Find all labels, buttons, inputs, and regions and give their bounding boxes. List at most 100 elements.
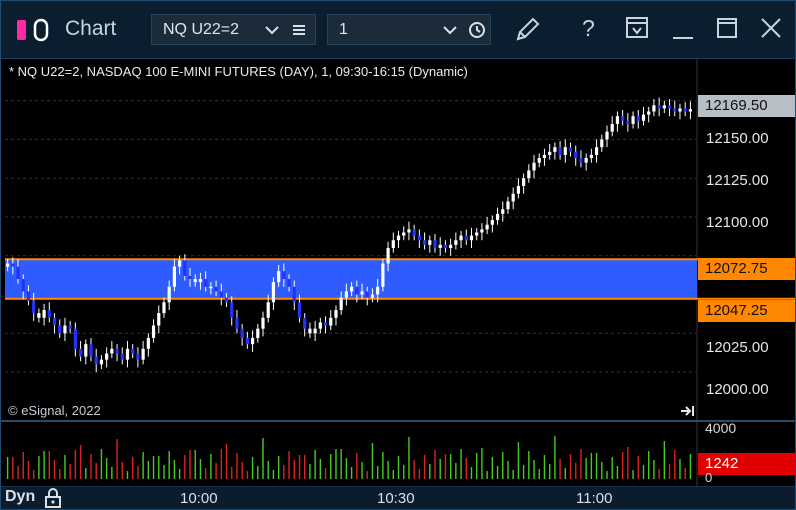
chevron-down-icon[interactable] [442, 23, 458, 37]
last-price-tag: 12169.50 [698, 95, 795, 117]
candle [339, 297, 343, 311]
chevron-down-icon[interactable] [264, 23, 280, 37]
candle [464, 235, 468, 241]
close-icon[interactable] [758, 14, 784, 42]
candle [454, 240, 458, 245]
title-bar: Chart NQ U22=2 1 ? [1, 1, 795, 59]
candle [193, 279, 197, 283]
minimize-icon[interactable] [670, 14, 696, 42]
candle [553, 147, 557, 152]
candle [579, 158, 583, 163]
candle [662, 105, 666, 109]
candle [125, 348, 130, 360]
candle [652, 105, 656, 112]
candle [16, 266, 20, 280]
candle [172, 266, 176, 287]
candle [636, 116, 640, 121]
candle [412, 229, 416, 236]
candle [417, 235, 421, 241]
lock-icon[interactable] [44, 487, 62, 509]
candle [449, 244, 453, 248]
interval-selector[interactable]: 1 [327, 14, 491, 45]
symbol-input[interactable]: NQ U22=2 [163, 21, 239, 39]
candle [605, 131, 609, 140]
clock-icon[interactable] [468, 21, 486, 39]
candle [480, 229, 484, 233]
candle [167, 286, 171, 303]
candle [532, 162, 536, 171]
candle [287, 279, 291, 287]
candle [641, 114, 646, 121]
candle [402, 232, 406, 236]
time-label: 11:00 [576, 490, 613, 507]
candle [495, 213, 500, 221]
candle [198, 279, 203, 283]
candle [574, 151, 578, 159]
pencil-icon[interactable] [513, 14, 543, 44]
candle [657, 105, 661, 109]
candle [11, 263, 15, 267]
candle [443, 244, 448, 248]
candle [245, 337, 249, 345]
candle [376, 286, 380, 295]
candle [157, 313, 161, 326]
time-label: 10:00 [180, 490, 218, 507]
symbol-selector[interactable]: NQ U22=2 [151, 14, 316, 45]
candle [542, 154, 547, 159]
candle [110, 348, 114, 354]
interval-input[interactable]: 1 [339, 21, 348, 39]
help-icon[interactable]: ? [582, 15, 595, 42]
candle [428, 240, 432, 245]
zone-top-tag: 12072.75 [698, 258, 795, 280]
candle [490, 220, 494, 225]
candle [73, 328, 77, 349]
candle [365, 291, 369, 298]
volume-max-label: 4000 [705, 420, 737, 436]
menu-icon[interactable] [292, 23, 306, 37]
candle [673, 108, 677, 112]
candle [68, 325, 72, 329]
candle [219, 291, 223, 298]
candle [391, 240, 395, 248]
candle [621, 116, 625, 121]
candle [146, 337, 150, 349]
candle [58, 325, 62, 334]
candle [308, 328, 312, 334]
candle [422, 240, 427, 245]
candle [647, 111, 651, 115]
highlight-zone[interactable] [5, 259, 697, 299]
candle [594, 147, 599, 155]
scroll-to-end-icon[interactable] [679, 404, 695, 418]
candle [370, 294, 375, 298]
volume-tag: 1242 [698, 453, 795, 475]
candle [469, 235, 474, 241]
candle [162, 302, 166, 314]
candle [136, 353, 140, 360]
candle [516, 185, 520, 194]
candle [386, 248, 390, 264]
candle [188, 275, 192, 280]
template-icon[interactable] [624, 14, 650, 42]
candle [615, 116, 620, 124]
dynamic-mode-label[interactable]: Dyn [5, 488, 35, 506]
candle [63, 325, 67, 334]
price-label: 12000.00 [706, 381, 769, 398]
candle [224, 297, 229, 303]
candle [407, 229, 411, 233]
price-chart[interactable] [1, 58, 796, 486]
candle [548, 151, 552, 155]
candle [303, 317, 307, 329]
candle [568, 147, 573, 152]
candle [506, 201, 510, 210]
candle [26, 291, 31, 301]
maximize-icon[interactable] [714, 14, 740, 42]
candle [37, 313, 41, 318]
candle [84, 344, 88, 357]
candle [250, 337, 255, 345]
candle [323, 322, 328, 326]
candle [381, 263, 385, 287]
candle [271, 282, 276, 303]
candle [344, 291, 348, 298]
time-axis[interactable]: Dyn 10:00 10:30 11:00 [1, 486, 795, 509]
candle [99, 359, 104, 365]
